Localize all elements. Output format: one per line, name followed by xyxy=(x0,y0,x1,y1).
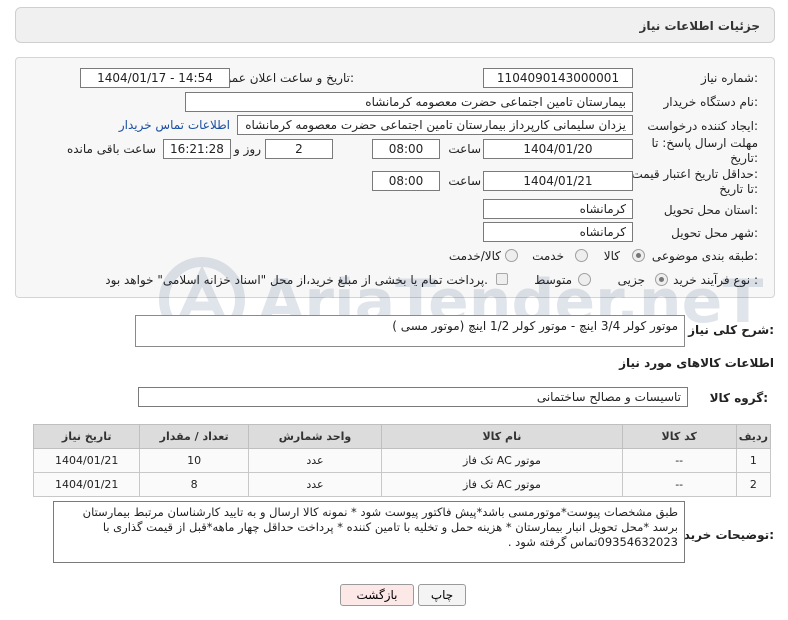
delivery-city-label: شهر محل تحویل: xyxy=(671,226,758,240)
table-row[interactable]: 1 -- موتور AC تک فاز عدد 10 1404/01/21 xyxy=(32,448,772,473)
process-radio-minor[interactable] xyxy=(655,273,668,286)
cell-row-number: 1 xyxy=(735,448,772,473)
delivery-city-field: کرمانشاه xyxy=(483,222,633,242)
remaining-time-label: ساعت باقی مانده xyxy=(66,142,156,156)
cell-unit: عدد xyxy=(247,448,383,473)
category-radio-goods-service[interactable] xyxy=(505,249,518,262)
back-button[interactable]: بازگشت xyxy=(340,584,414,606)
print-button[interactable]: چاپ xyxy=(418,584,466,606)
remaining-time-field: 16:21:28 xyxy=(163,139,231,159)
process-option-minor: جزیی xyxy=(617,273,645,287)
reply-time-label: ساعت xyxy=(448,142,481,156)
goods-group-label: گروه کالا: xyxy=(709,391,768,405)
category-option-goods: کالا xyxy=(603,249,620,263)
page-header: جزئیات اطلاعات نیاز xyxy=(15,7,775,43)
price-validity-label: حداقل تاریخ اعتبار قیمت: xyxy=(631,167,758,181)
announce-datetime-field: 1404/01/17 - 14:54 xyxy=(80,68,230,88)
category-option-service: خدمت xyxy=(532,249,564,263)
col-row-number: ردیف xyxy=(735,424,772,449)
cell-goods-code: -- xyxy=(621,448,737,473)
price-validity-label-2: تا تاریخ: xyxy=(719,182,758,196)
process-option-medium: متوسط xyxy=(534,273,572,287)
category-label: طبقه بندی موضوعی: xyxy=(651,249,758,263)
cell-quantity: 8 xyxy=(139,472,249,497)
summary-label: شرح کلی نیاز: xyxy=(688,323,774,337)
price-validity-date-field: 1404/01/21 xyxy=(483,171,633,191)
buyer-notes-label: توضیحات خریدار: xyxy=(672,528,774,542)
buyer-contact-link[interactable]: اطلاعات تماس خریدار xyxy=(119,118,230,132)
process-type-label: نوع فرآیند خرید : xyxy=(673,273,758,287)
need-number-field: 1104090143000001 xyxy=(483,68,633,88)
cell-need-date: 1404/01/21 xyxy=(32,448,141,473)
cell-unit: عدد xyxy=(247,472,383,497)
goods-table: ردیف کد کالا نام کالا واحد شمارش تعداد /… xyxy=(32,424,772,497)
category-radio-service[interactable] xyxy=(575,249,588,262)
col-need-date: تاریخ نیاز xyxy=(32,424,141,449)
delivery-province-field: کرمانشاه xyxy=(483,199,633,219)
table-row[interactable]: 2 -- موتور AC تک فاز عدد 8 1404/01/21 xyxy=(32,472,772,497)
announce-datetime-label: تاریخ و ساعت اعلان عمومی: xyxy=(209,71,354,85)
cell-goods-name: موتور AC تک فاز xyxy=(381,448,623,473)
reply-deadline-label: مهلت ارسال پاسخ: تا xyxy=(651,136,758,150)
reply-deadline-label-2: تاریخ: xyxy=(730,151,758,165)
reply-days-field: 2 xyxy=(265,139,333,159)
col-unit: واحد شمارش xyxy=(247,424,383,449)
buyer-org-label: نام دستگاه خریدار: xyxy=(663,95,759,109)
requester-field: یزدان سلیمانی کارپرداز بیمارستان تامین ا… xyxy=(237,115,633,135)
treasury-payment-checkbox[interactable] xyxy=(496,273,508,285)
requester-label: ایجاد کننده درخواست: xyxy=(647,119,758,133)
category-option-goods-service: کالا/خدمت xyxy=(448,249,501,263)
reply-time-field: 08:00 xyxy=(372,139,440,159)
cell-quantity: 10 xyxy=(139,448,249,473)
cell-goods-name: موتور AC تک فاز xyxy=(381,472,623,497)
cell-goods-code: -- xyxy=(621,472,737,497)
page-title: جزئیات اطلاعات نیاز xyxy=(639,19,760,33)
process-radio-medium[interactable] xyxy=(578,273,591,286)
price-validity-time-label: ساعت xyxy=(448,174,481,188)
delivery-province-label: استان محل تحویل: xyxy=(663,203,758,217)
col-goods-name: نام کالا xyxy=(381,424,623,449)
reply-date-field: 1404/01/20 xyxy=(483,139,633,159)
col-quantity: تعداد / مقدار xyxy=(139,424,249,449)
col-goods-code: کد کالا xyxy=(621,424,737,449)
buyer-notes-field: طبق مشخصات پیوست*موتورمسی باشد*پیش فاکتو… xyxy=(53,501,685,563)
category-radio-goods[interactable] xyxy=(632,249,645,262)
buyer-org-field: بیمارستان تامین اجتماعی حضرت معصومه کرما… xyxy=(185,92,633,112)
need-number-label: شماره نیاز: xyxy=(700,71,758,85)
goods-section-title: اطلاعات کالاهای مورد نیاز xyxy=(619,356,774,370)
goods-table-header: ردیف کد کالا نام کالا واحد شمارش تعداد /… xyxy=(32,424,772,449)
price-validity-time-field: 08:00 xyxy=(372,171,440,191)
summary-field: موتور کولر 3/4 اینچ - موتور کولر 1/2 این… xyxy=(135,315,685,347)
reply-days-label: روز و xyxy=(234,142,261,156)
treasury-payment-note: پرداخت تمام یا بخشی از مبلغ خرید،از محل … xyxy=(105,273,488,287)
cell-need-date: 1404/01/21 xyxy=(32,472,141,497)
goods-group-field: تاسیسات و مصالح ساختمانی xyxy=(138,387,688,407)
cell-row-number: 2 xyxy=(735,472,772,497)
